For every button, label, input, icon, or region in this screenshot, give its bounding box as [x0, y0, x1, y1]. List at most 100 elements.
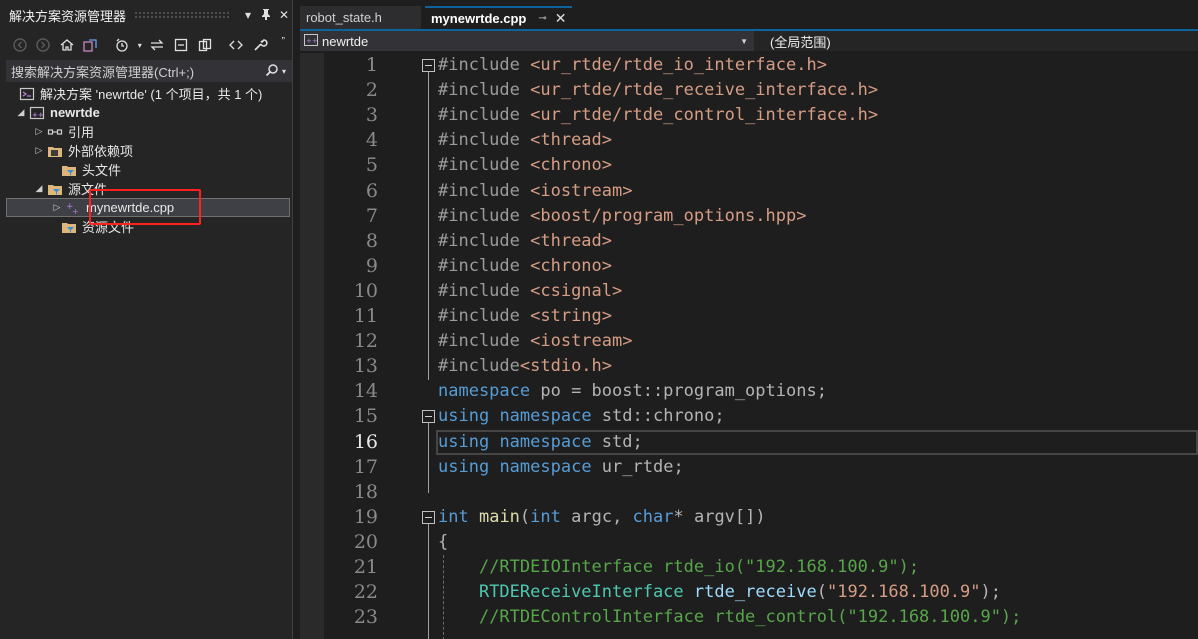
code-line[interactable]: 13 #include<stdio.h> — [300, 354, 1198, 379]
code-token: namespace — [438, 381, 531, 402]
code-line[interactable]: 8 #include <thread> — [300, 229, 1198, 254]
code-token: //RTDEControlInterface rtde_control("192… — [478, 607, 1022, 628]
code-token: RTDEReceiveInterface — [478, 582, 684, 603]
collapse-region-icon[interactable] — [422, 410, 435, 424]
collapse-all-icon[interactable] — [171, 35, 191, 55]
code-text: using namespace std::chrono; — [438, 404, 725, 429]
close-icon[interactable]: ✕ — [275, 8, 293, 22]
forward-icon[interactable] — [34, 35, 54, 55]
code-text: using namespace ur_rtde; — [438, 455, 684, 480]
collapse-region-icon[interactable] — [422, 510, 435, 524]
back-icon[interactable] — [10, 35, 30, 55]
tab-mynewrtde-cpp[interactable]: mynewrtde.cpp ⊸ ✕ — [425, 6, 573, 29]
tab-robot-state-h[interactable]: robot_state.h — [300, 6, 421, 29]
filter-folder-icon — [60, 162, 78, 178]
code-token: #include — [438, 180, 531, 201]
code-token: namespace — [499, 406, 592, 427]
line-number: 5 — [365, 154, 378, 177]
code-token: #include — [438, 255, 531, 276]
line-number: 18 — [353, 480, 378, 503]
code-text: #include <iostream> — [438, 179, 632, 204]
tree-item-mynewrtde-cpp[interactable]: ▷ + + mynewrtde.cpp — [6, 198, 290, 217]
code-line[interactable]: 14 namespace po = boost::program_options; — [300, 379, 1198, 404]
code-text: #include<stdio.h> — [438, 354, 612, 379]
code-token: <chrono> — [530, 155, 613, 176]
fold-guide-main — [428, 523, 429, 639]
expander-collapsed-icon[interactable]: ▷ — [32, 145, 46, 156]
code-line[interactable]: 2 #include <ur_rtde/rtde_receive_interfac… — [300, 78, 1198, 103]
tree-item-label: 资源文件 — [82, 220, 135, 235]
code-line[interactable]: 22 RTDEReceiveInterface rtde_receive("19… — [300, 580, 1198, 605]
solution-explorer-toolbar: ▾ ” — [0, 30, 293, 60]
tree-item-label: 解决方案 'newrtde' (1 个项目，共 1 个) — [40, 87, 263, 102]
drag-grip[interactable] — [134, 11, 231, 19]
solution-explorer-panel: 解决方案资源管理器 ▾ ✕ ▾ ” 搜索解决方案资源管理器(Ctrl+;) ▾ … — [0, 0, 293, 639]
solution-explorer-search-input[interactable]: 搜索解决方案资源管理器(Ctrl+;) ▾ — [6, 60, 292, 82]
window-position-dropdown-icon[interactable]: ▾ — [239, 8, 257, 22]
code-line[interactable]: 21 //RTDEIOInterface rtde_io("192.168.10… — [300, 555, 1198, 580]
chevron-down-icon[interactable]: ▾ — [136, 35, 144, 55]
tree-item-source-files[interactable]: ◢ 源文件 — [0, 179, 293, 198]
show-all-files-icon[interactable] — [195, 35, 215, 55]
code-line[interactable]: 18 — [300, 480, 1198, 505]
search-placeholder: 搜索解决方案资源管理器(Ctrl+;) — [11, 64, 195, 80]
references-icon — [46, 124, 64, 140]
code-text: #include <iostream> — [438, 329, 632, 354]
code-line[interactable]: 17 using namespace ur_rtde; — [300, 455, 1198, 480]
search-options-dropdown-icon[interactable]: ▾ — [282, 67, 286, 76]
expander-collapsed-icon[interactable]: ▷ — [32, 126, 46, 137]
sync-with-document-icon[interactable] — [148, 35, 168, 55]
line-number: 12 — [353, 330, 378, 353]
pending-changes-filter-icon[interactable] — [112, 35, 132, 55]
collapse-region-icon[interactable] — [422, 59, 435, 72]
code-line[interactable]: 5 #include <chrono> — [300, 153, 1198, 178]
code-line[interactable]: 20 { — [300, 530, 1198, 555]
tree-item-resource-files[interactable]: 资源文件 — [0, 217, 293, 236]
tree-item-header-files[interactable]: 头文件 — [0, 160, 293, 179]
expander-collapsed-icon[interactable]: ▷ — [50, 202, 64, 213]
code-line[interactable]: 4 #include <thread> — [300, 128, 1198, 153]
code-token: std::chrono; — [591, 406, 725, 427]
code-line[interactable]: 19 int main(int argc, char* argv[]) — [300, 505, 1198, 530]
chevron-down-icon[interactable]: ▼ — [740, 37, 748, 46]
line-number: 10 — [353, 279, 378, 302]
tree-item-references[interactable]: ▷ 引用 — [0, 122, 293, 141]
search-icon[interactable] — [265, 63, 279, 80]
home-icon[interactable] — [57, 35, 77, 55]
code-line[interactable]: 23 //RTDEControlInterface rtde_control("… — [300, 605, 1198, 630]
code-line[interactable]: 6 #include <iostream> — [300, 179, 1198, 204]
overflow-icon[interactable]: ” — [273, 31, 293, 51]
code-text: #include <thread> — [438, 128, 612, 153]
close-tab-icon[interactable]: ✕ — [555, 10, 567, 27]
expander-expanded-icon[interactable]: ◢ — [32, 183, 46, 194]
code-token: <ur_rtde/rtde_control_interface.h> — [530, 105, 879, 126]
code-token: namespace — [499, 456, 592, 477]
code-text: //RTDEIOInterface rtde_io("192.168.100.9… — [438, 555, 919, 580]
navigation-bar: ++ newrtde ▼ (全局范围) — [300, 31, 1198, 51]
code-line[interactable]: 7 #include <boost/program_options.hpp> — [300, 204, 1198, 229]
code-token: #include — [438, 230, 531, 251]
tree-item-external-deps[interactable]: ▷ 外部依赖项 — [0, 141, 293, 160]
code-line[interactable]: 11 #include <string> — [300, 304, 1198, 329]
code-token: rtde_receive — [693, 582, 817, 603]
expander-expanded-icon[interactable]: ◢ — [14, 107, 28, 118]
code-line[interactable]: 15 using namespace std::chrono; — [300, 404, 1198, 429]
tree-item-solution[interactable]: 解决方案 'newrtde' (1 个项目，共 1 个) — [0, 84, 293, 103]
scope-dropdown[interactable]: (全局范围) — [770, 31, 831, 51]
code-line[interactable]: 3 #include <ur_rtde/rtde_control_interfac… — [300, 103, 1198, 128]
code-line[interactable]: 10 #include <csignal> — [300, 279, 1198, 304]
switch-views-icon[interactable] — [81, 35, 101, 55]
tree-item-project[interactable]: ◢ ++ newrtde — [0, 103, 293, 122]
code-line[interactable]: 9 #include <chrono> — [300, 254, 1198, 279]
code-line[interactable]: 12 #include <iostream> — [300, 329, 1198, 354]
code-token: ); — [980, 582, 1001, 603]
properties-wrench-icon[interactable] — [250, 35, 270, 55]
code-line[interactable]: 1 #include <ur_rtde/rtde_io_interface.h> — [300, 53, 1198, 78]
code-editor[interactable]: 1 #include <ur_rtde/rtde_io_interface.h> 2… — [300, 53, 1198, 639]
pin-tab-icon[interactable]: ⊸ — [538, 13, 546, 24]
project-dropdown[interactable]: ++ newrtde ▼ — [300, 31, 754, 51]
pin-icon[interactable] — [257, 8, 275, 23]
code-text: #include <ur_rtde/rtde_io_interface.h> — [438, 53, 827, 78]
view-code-icon[interactable] — [226, 35, 246, 55]
code-token: char — [632, 506, 674, 527]
